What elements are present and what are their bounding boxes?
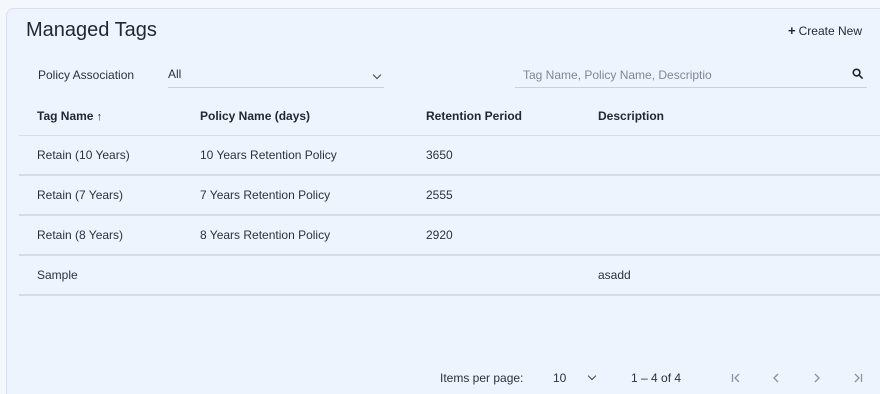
cell-tag-name: Sample xyxy=(19,255,182,296)
search-field[interactable] xyxy=(515,61,867,88)
table-row[interactable]: Retain (10 Years) 10 Years Retention Pol… xyxy=(19,135,880,176)
table-row[interactable]: Sample asadd xyxy=(19,255,880,296)
cell-retention-period: 2555 xyxy=(408,175,580,216)
cell-tag-name: Retain (10 Years) xyxy=(19,135,182,176)
managed-tags-card: Managed Tags + Create New Policy Associa… xyxy=(6,8,880,394)
first-page-button[interactable] xyxy=(725,367,747,389)
table-row[interactable]: Retain (8 Years) 8 Years Retention Polic… xyxy=(19,215,880,256)
next-page-button[interactable] xyxy=(806,367,828,389)
page-range-label: 1 – 4 of 4 xyxy=(631,371,682,385)
policy-association-select[interactable]: All xyxy=(168,61,384,88)
cell-retention-period xyxy=(408,255,580,296)
last-page-icon xyxy=(854,373,863,383)
table-header-row: Tag Name ↑ Policy Name (days) Retention P… xyxy=(19,97,880,136)
tags-table: Tag Name ↑ Policy Name (days) Retention P… xyxy=(19,97,880,296)
first-page-icon xyxy=(731,373,740,383)
cell-policy-name: 8 Years Retention Policy xyxy=(182,215,408,256)
policy-association-label: Policy Association xyxy=(38,68,135,82)
cell-policy-name xyxy=(182,255,408,296)
create-new-label: Create New xyxy=(798,23,862,38)
paginator: Items per page: 10 1 – 4 of 4 xyxy=(7,367,880,391)
page-size-select[interactable]: 10 xyxy=(553,371,597,385)
column-header-retention-period[interactable]: Retention Period xyxy=(408,97,580,136)
items-per-page-label: Items per page: xyxy=(440,371,524,385)
prev-page-button[interactable] xyxy=(765,367,787,389)
sort-ascending-icon: ↑ xyxy=(96,111,102,123)
plus-icon: + xyxy=(788,23,796,38)
create-new-button[interactable]: + Create New xyxy=(788,23,862,38)
column-header-tag-name[interactable]: Tag Name ↑ xyxy=(19,97,182,136)
prev-page-icon xyxy=(773,373,779,383)
cell-policy-name: 10 Years Retention Policy xyxy=(182,135,408,176)
cell-description xyxy=(580,135,880,176)
cell-tag-name: Retain (8 Years) xyxy=(19,215,182,256)
cell-policy-name: 7 Years Retention Policy xyxy=(182,175,408,216)
next-page-icon xyxy=(814,373,820,383)
cell-retention-period: 2920 xyxy=(408,215,580,256)
cell-description xyxy=(580,215,880,256)
chevron-down-icon xyxy=(372,70,382,80)
chevron-down-icon xyxy=(587,371,597,381)
page-size-value: 10 xyxy=(553,371,567,385)
policy-association-value: All xyxy=(168,67,182,81)
cell-description xyxy=(580,175,880,216)
search-input[interactable] xyxy=(521,64,835,86)
cell-description: asadd xyxy=(580,255,880,296)
column-header-policy-name[interactable]: Policy Name (days) xyxy=(182,97,408,136)
cell-tag-name: Retain (7 Years) xyxy=(19,175,182,216)
last-page-button[interactable] xyxy=(847,367,869,389)
search-icon[interactable] xyxy=(852,68,863,79)
column-header-description[interactable]: Description xyxy=(580,97,880,136)
table-row[interactable]: Retain (7 Years) 7 Years Retention Polic… xyxy=(19,175,880,216)
page-title: Managed Tags xyxy=(26,19,157,41)
cell-retention-period: 3650 xyxy=(408,135,580,176)
